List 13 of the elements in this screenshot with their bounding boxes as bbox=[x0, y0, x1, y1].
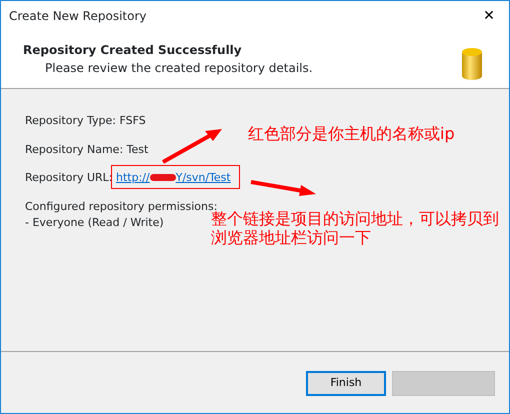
close-button[interactable]: ✕ bbox=[469, 1, 509, 31]
window-title: Create New Repository bbox=[9, 8, 146, 25]
detail-text: Repository Type: FSFS bbox=[25, 113, 146, 129]
header-title: Repository Created Successfully bbox=[23, 42, 243, 59]
finish-button[interactable]: Finish bbox=[306, 371, 386, 396]
detail-text: Repository Name: Test bbox=[25, 142, 148, 158]
header-subtitle: Please review the created repository details. bbox=[44, 60, 313, 77]
annotation-note: 红色部分是你主机的名称或ip bbox=[248, 124, 455, 143]
field-label: Repository URL: bbox=[25, 171, 114, 184]
detail-text: - Everyone (Read / Write) bbox=[25, 215, 164, 231]
database-icon bbox=[461, 47, 483, 81]
repository-link[interactable]: http:// Y/svn/Test bbox=[116, 171, 231, 184]
annotation-arrow bbox=[249, 179, 317, 199]
